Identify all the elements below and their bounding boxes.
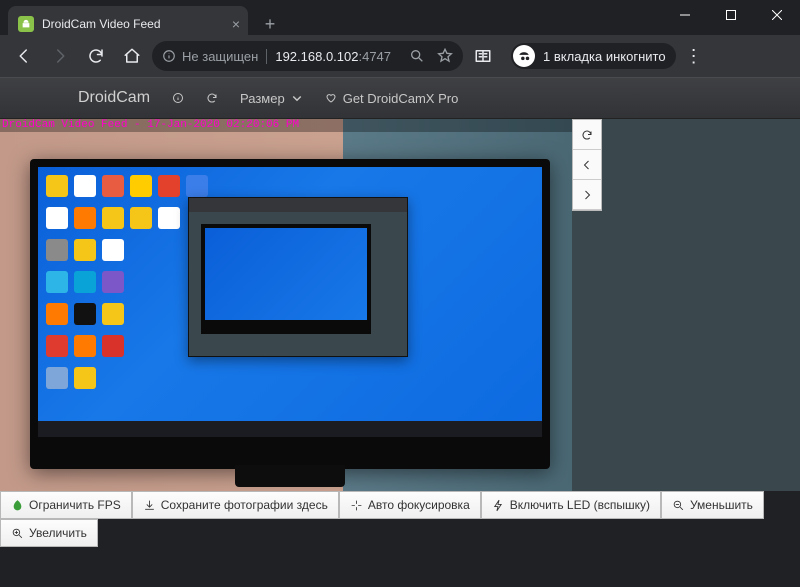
app-brand: DroidCam xyxy=(78,89,150,107)
reader-icon[interactable] xyxy=(467,40,499,72)
close-tab-icon[interactable]: × xyxy=(232,16,240,32)
reload-button[interactable] xyxy=(80,40,112,72)
browser-menu-button[interactable]: ⋮ xyxy=(680,46,708,67)
feed-overlay-text: DroidCam Video Feed - 17-Jan-2020 02:20:… xyxy=(0,119,572,132)
bottom-toolbar: Ограничить FPS Сохраните фотографии здес… xyxy=(0,491,800,547)
incognito-icon xyxy=(513,45,535,67)
feed-side-controls xyxy=(572,119,602,211)
led-button[interactable]: Включить LED (вспышку) xyxy=(481,491,661,519)
security-label: Не защищен xyxy=(182,49,258,64)
feed-image xyxy=(0,119,572,491)
video-feed: DroidCam Video Feed - 17-Jan-2020 02:20:… xyxy=(0,119,572,491)
droidcam-favicon xyxy=(18,16,34,32)
new-tab-button[interactable]: + xyxy=(256,10,284,38)
tab-title: DroidCam Video Feed xyxy=(42,17,161,31)
zoom-in-button[interactable]: Увеличить xyxy=(0,519,98,547)
back-button[interactable] xyxy=(8,40,40,72)
address-bar[interactable]: Не защищен 192.168.0.102:4747 xyxy=(152,41,463,71)
save-photos-button[interactable]: Сохраните фотографии здесь xyxy=(132,491,339,519)
info-button[interactable] xyxy=(172,92,184,104)
autofocus-button[interactable]: Авто фокусировка xyxy=(339,491,481,519)
info-icon xyxy=(162,49,176,63)
refresh-feed-button[interactable] xyxy=(206,92,218,104)
size-menu[interactable]: Размер xyxy=(240,91,303,106)
url-text: 192.168.0.102:4747 xyxy=(275,49,391,64)
side-refresh-button[interactable] xyxy=(573,120,601,150)
get-pro-link[interactable]: Get DroidCamX Pro xyxy=(325,91,459,106)
window-minimize-button[interactable] xyxy=(662,0,708,30)
incognito-badge[interactable]: 1 вкладка инкогнито xyxy=(511,43,676,69)
window-maximize-button[interactable] xyxy=(708,0,754,30)
home-button[interactable] xyxy=(116,40,148,72)
browser-toolbar: Не защищен 192.168.0.102:4747 1 вкладка … xyxy=(0,35,800,77)
zoom-icon[interactable] xyxy=(409,48,425,64)
app-header: DroidCam Размер Get DroidCamX Pro xyxy=(0,77,800,119)
side-prev-button[interactable] xyxy=(573,150,601,180)
video-area: DroidCam Video Feed - 17-Jan-2020 02:20:… xyxy=(0,119,800,491)
zoom-out-button[interactable]: Уменьшить xyxy=(661,491,764,519)
window-titlebar: DroidCam Video Feed × + xyxy=(0,0,800,35)
window-close-button[interactable] xyxy=(754,0,800,30)
side-next-button[interactable] xyxy=(573,180,601,210)
limit-fps-button[interactable]: Ограничить FPS xyxy=(0,491,132,519)
forward-button[interactable] xyxy=(44,40,76,72)
browser-tab[interactable]: DroidCam Video Feed × xyxy=(8,6,248,41)
bookmark-icon[interactable] xyxy=(437,48,453,64)
incognito-label: 1 вкладка инкогнито xyxy=(543,49,666,64)
